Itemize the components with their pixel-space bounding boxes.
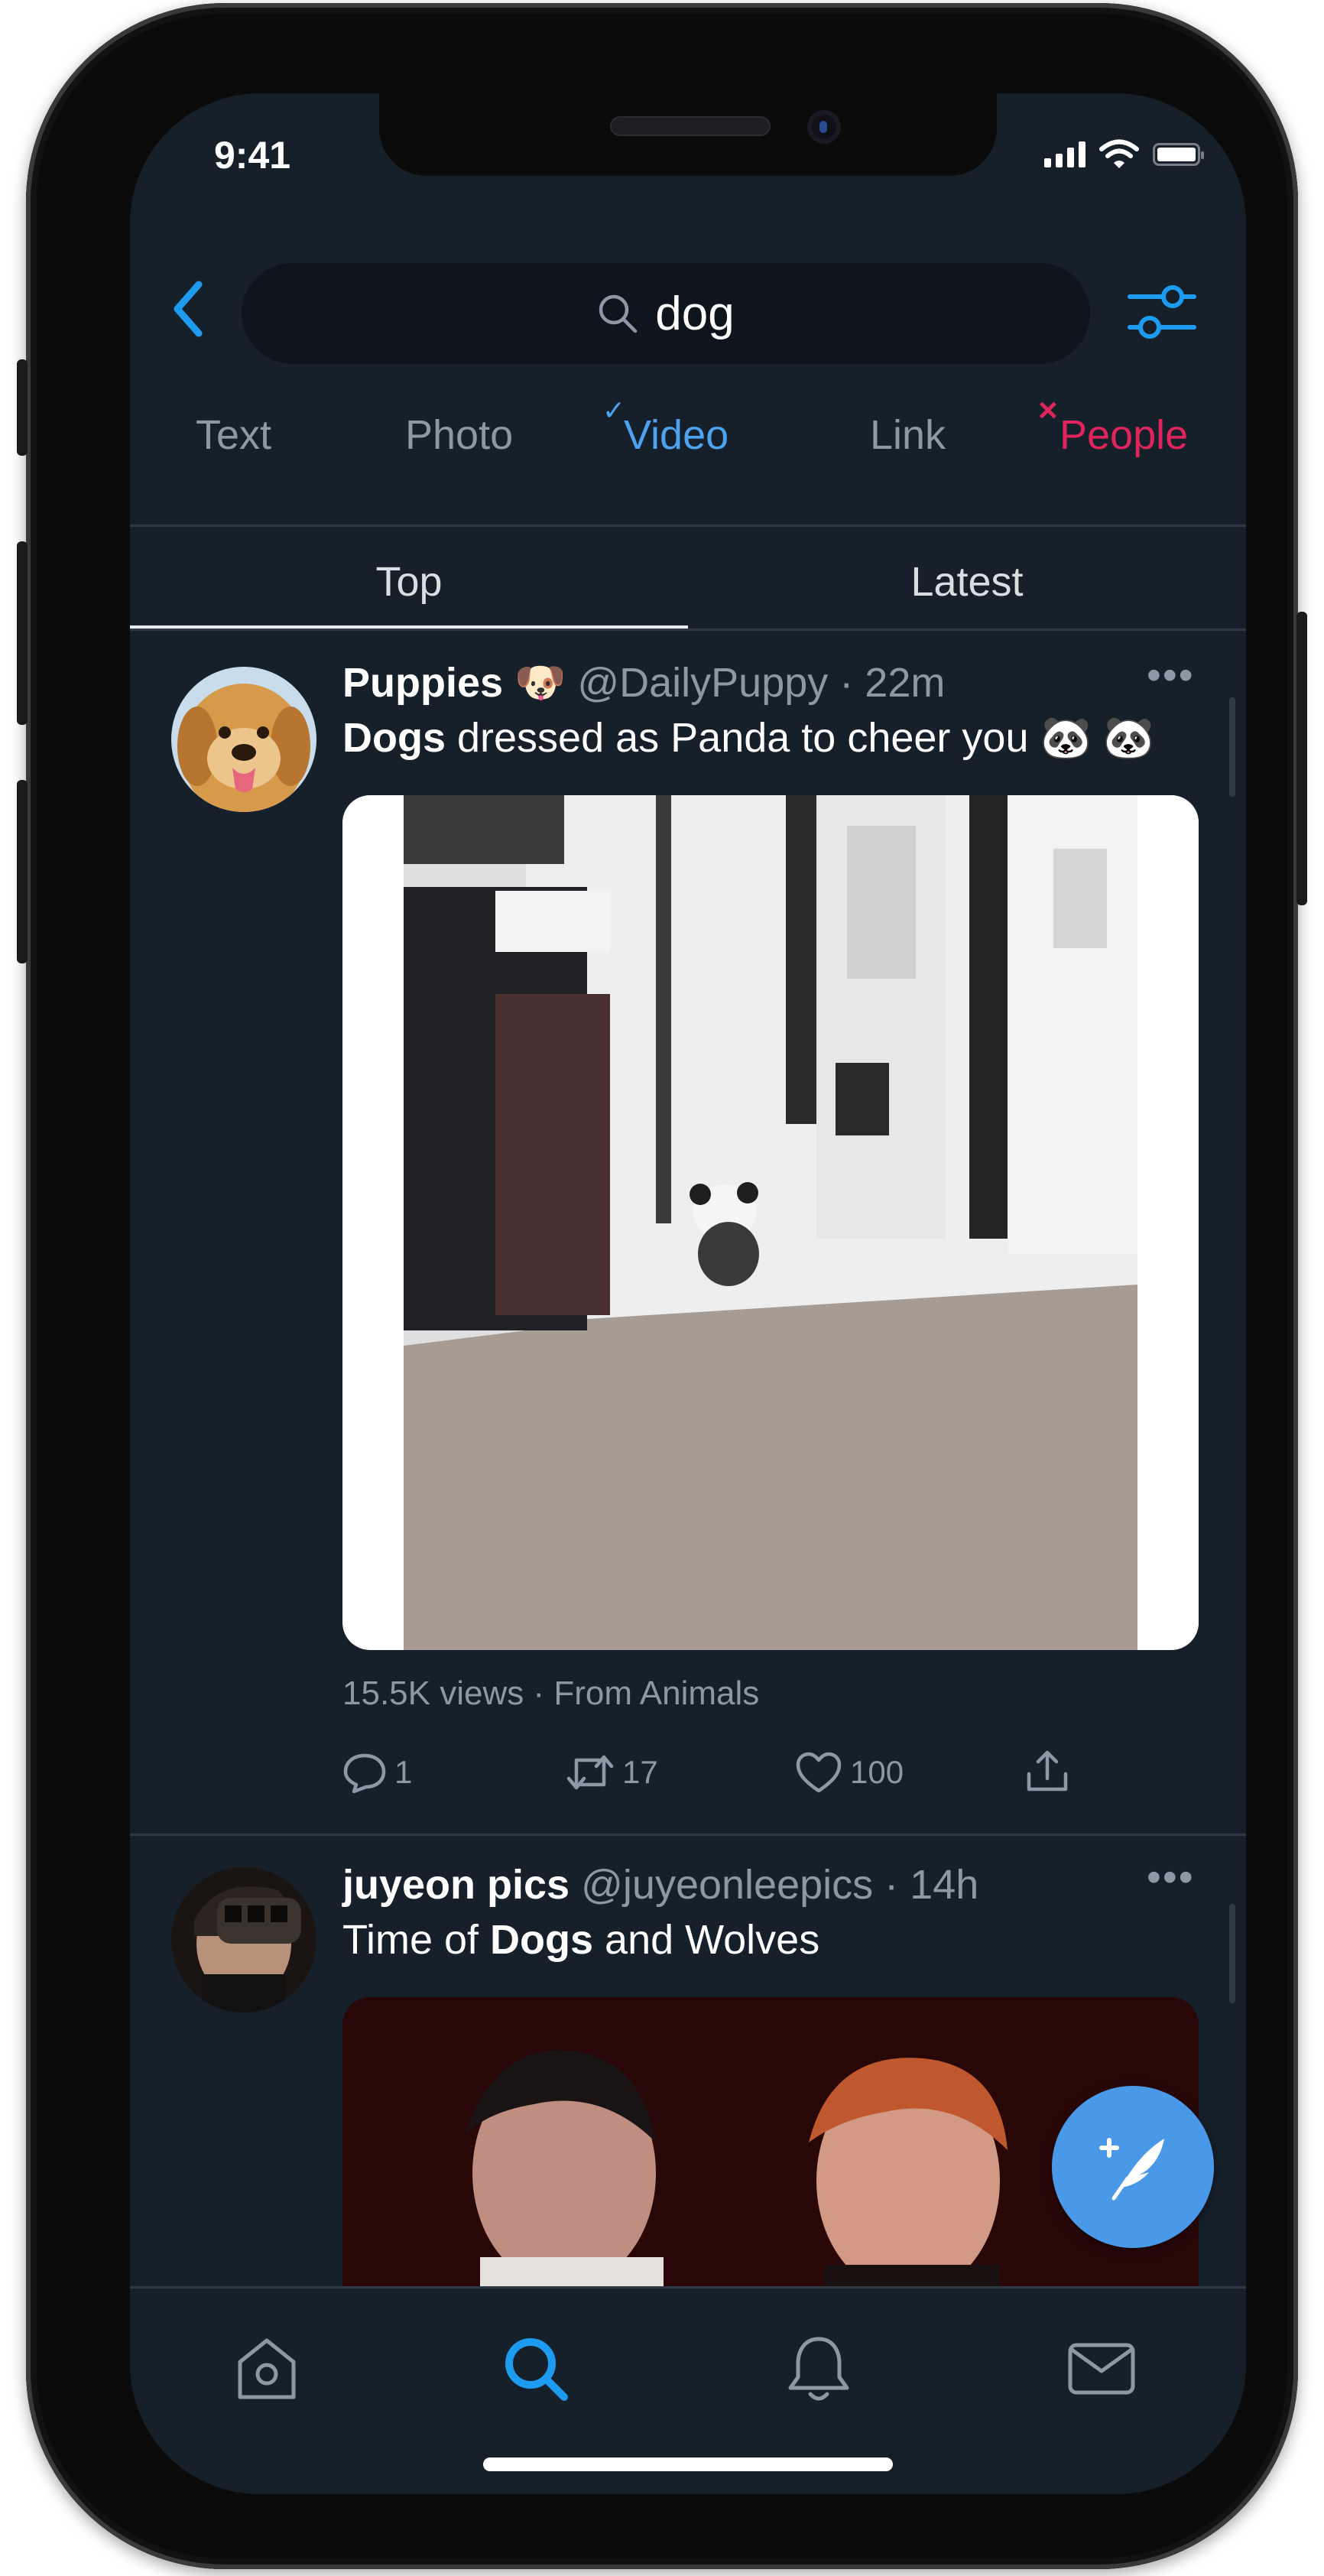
battery-icon [1153,143,1204,166]
retweet-icon [566,1755,614,1790]
juyeon-avatar-image [171,1867,316,2012]
sort-tabs-divider [130,629,1246,631]
author-handle[interactable]: @DailyPuppy [577,660,828,706]
author-name[interactable]: Puppies [342,660,503,706]
search-icon [599,294,638,333]
author-emoji: 🐶 [514,660,566,706]
search-filter-button[interactable] [1124,274,1200,350]
video-frame-hallway [404,795,1199,1650]
sort-tab-latest[interactable]: Latest [688,558,1246,606]
sort-tab-top[interactable]: Top [130,558,688,606]
status-icons [1044,139,1204,170]
search-query: dog [655,287,735,340]
volume-down-button [17,780,28,963]
excluded-x-icon: × [1038,391,1058,429]
type-tab-text[interactable]: Text [196,411,271,459]
tweet-text: Dogs dressed as Panda to cheer you 🐼 🐼 [342,715,1154,761]
type-filter-tabs: Text Photo ✓ Video Link × People [130,391,1246,488]
home-icon [238,2338,296,2399]
power-button [1296,612,1307,905]
volume-up-button [17,541,28,725]
like-count: 100 [850,1754,904,1790]
retweet-button[interactable]: 17 [566,1751,658,1794]
back-chevron-icon [174,281,203,337]
nav-notifications[interactable] [777,2327,861,2411]
cellular-signal-icon [1044,141,1085,167]
type-tab-video[interactable]: ✓ Video [602,395,729,459]
filter-sliders-icon [1128,285,1196,339]
tweet-text: Time of Dogs and Wolves [342,1917,820,1963]
earpiece-speaker [610,116,771,136]
tweet-header: Puppies 🐶 @DailyPuppy · 22m [342,660,946,706]
reply-icon [343,1753,386,1794]
video-source[interactable]: From Animals [553,1675,759,1712]
wifi-icon [1099,139,1139,168]
puppy-avatar-image [171,667,316,812]
video-meta: 15.5K views · From Animals [342,1675,760,1712]
notch [379,93,997,176]
tweet-time: 14h [910,1862,979,1908]
author-name[interactable]: juyeon pics [342,1862,570,1908]
author-handle[interactable]: @juyeonleepics [581,1862,873,1908]
silent-switch [17,359,28,456]
explore-search-icon [505,2338,568,2401]
screen: 9:41 dog Text Photo ✓ Video Link × Peopl… [130,93,1246,2494]
nav-messages[interactable] [1060,2327,1144,2411]
nav-home[interactable] [225,2327,309,2411]
search-input[interactable]: dog [242,263,1090,364]
share-icon [1027,1750,1068,1792]
tweet-header: juyeon pics @juyeonleepics · 14h [342,1862,979,1908]
compose-tweet-icon [1099,2138,1164,2201]
front-camera [807,110,841,144]
tweet-divider [130,1834,1246,1836]
tweet-video[interactable] [342,795,1199,1650]
messages-mail-icon [1068,2343,1135,2395]
included-check-icon: ✓ [602,395,626,426]
more-options-icon[interactable]: ••• [1147,651,1195,699]
like-icon [796,1752,842,1793]
reply-count: 1 [394,1754,413,1790]
home-indicator[interactable] [483,2457,893,2471]
status-time: 9:41 [214,134,291,177]
avatar[interactable] [171,667,316,812]
type-tab-link[interactable]: Link [870,411,946,459]
avatar[interactable] [171,1867,316,2012]
tweet-item[interactable]: Puppies 🐶 @DailyPuppy · 22m ••• Dogs dre… [130,652,1246,1791]
type-tab-people[interactable]: × People [1038,391,1188,459]
retweet-count: 17 [622,1754,658,1790]
scroll-indicator [1229,1904,1235,2003]
share-button[interactable] [1024,1748,1070,1794]
notifications-bell-icon [788,2337,849,2401]
compose-tweet-button[interactable] [1052,2086,1214,2248]
back-button[interactable] [161,271,214,347]
nav-explore[interactable] [494,2327,578,2411]
panda-emoji: 🐼 🐼 [1040,715,1154,761]
reply-button[interactable]: 1 [342,1751,412,1794]
type-tab-photo[interactable]: Photo [405,411,513,459]
scroll-indicator [1229,697,1235,797]
phone-frame: 9:41 dog Text Photo ✓ Video Link × Peopl… [17,3,1307,2569]
more-options-icon[interactable]: ••• [1147,1853,1195,1901]
tabs-divider [130,525,1246,527]
like-button[interactable]: 100 [795,1751,904,1794]
tweet-time: 22m [865,660,946,706]
view-count: 15.5K views [342,1675,524,1712]
